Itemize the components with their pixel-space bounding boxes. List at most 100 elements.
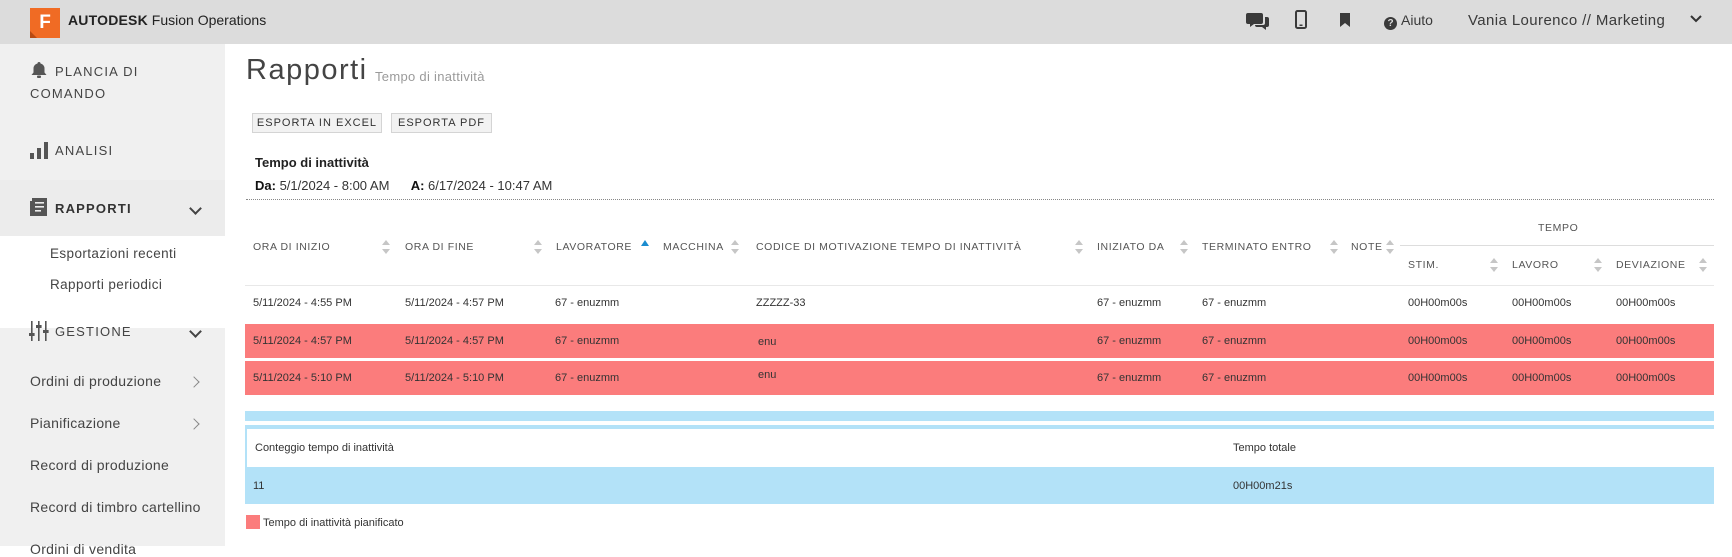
legend-swatch-planned: [246, 515, 260, 529]
col-header-ended-by[interactable]: TERMINATO ENTRO: [1202, 241, 1312, 253]
col-header-lavoro[interactable]: LAVORO: [1512, 259, 1559, 271]
sort-icon[interactable]: [1594, 258, 1602, 272]
cell-deviazione: 00H00m00s: [1616, 372, 1676, 384]
sidebar-link-time-clock-records[interactable]: Record di timbro cartellino: [30, 499, 201, 515]
summary-total-label: Tempo totale: [1233, 442, 1296, 454]
cell-lavoro: 00H00m00s: [1512, 297, 1572, 309]
to-value: 6/17/2024 - 10:47 AM: [428, 178, 553, 193]
col-header-start[interactable]: ORA DI INIZIO: [253, 241, 330, 253]
sidebar-item-dashboard[interactable]: PLANCIA DI: [55, 64, 139, 79]
col-header-reason[interactable]: CODICE DI MOTIVAZIONE TEMPO DI INATTIVIT…: [756, 241, 1022, 253]
to-label: A:: [410, 178, 425, 193]
sort-asc-icon[interactable]: [641, 240, 649, 246]
sort-icon[interactable]: [534, 240, 542, 254]
sort-icon[interactable]: [1330, 240, 1338, 254]
page-title: Rapporti: [246, 54, 368, 86]
cell-worker: 67 - enuzmm: [555, 372, 620, 384]
user-menu[interactable]: Vania Lourenco // Marketing: [1468, 12, 1665, 29]
cell-worker: 67 - enuzmm: [555, 297, 620, 309]
bell-icon: [31, 62, 47, 78]
cell-deviazione: 00H00m00s: [1616, 335, 1676, 347]
help-icon: ?: [1384, 17, 1397, 30]
report-icon: [30, 198, 47, 216]
cell-started-by: 67 - enuzmm: [1097, 297, 1162, 309]
sort-icon[interactable]: [1490, 258, 1498, 272]
top-bar: F AUTODESK Fusion Operations ? Aiuto Vani…: [0, 0, 1732, 44]
sidebar-link-planning[interactable]: Pianificazione: [30, 415, 121, 431]
cell-started-by: 67 - enuzmm: [1097, 372, 1162, 384]
sort-icon[interactable]: [1699, 258, 1707, 272]
cell-worker: 67 - enuzmm: [555, 335, 620, 347]
cell-start: 5/11/2024 - 4:57 PM: [253, 335, 352, 347]
legend-label: Tempo di inattività pianificato: [263, 517, 404, 529]
cell-stim: 00H00m00s: [1408, 335, 1468, 347]
sidebar-item-management[interactable]: GESTIONE: [55, 324, 132, 339]
sidebar-link-production-records[interactable]: Record di produzione: [30, 457, 169, 473]
table-row[interactable]: 5/11/2024 - 5:10 PM 5/11/2024 - 5:10 PM …: [245, 361, 1714, 395]
cell-stim: 00H00m00s: [1408, 372, 1468, 384]
cell-ended-by: 67 - enuzmm: [1202, 372, 1267, 384]
chevron-down-icon[interactable]: [1690, 13, 1702, 25]
sidebar-subitem-periodic-reports[interactable]: Rapporti periodici: [50, 277, 162, 292]
sidebar-subitem-recent-exports[interactable]: Esportazioni recenti: [50, 246, 177, 261]
export-excel-button[interactable]: ESPORTA IN EXCEL: [252, 113, 382, 133]
sidebar-link-production-orders[interactable]: Ordini di produzione: [30, 373, 161, 389]
col-header-deviazione[interactable]: DEVIAZIONE: [1616, 259, 1686, 271]
divider: [246, 199, 1714, 200]
cell-end: 5/11/2024 - 4:57 PM: [405, 335, 504, 347]
col-header-note[interactable]: NOTE: [1351, 241, 1383, 253]
cell-reason: ZZZZZ-33: [756, 297, 806, 309]
sort-icon[interactable]: [382, 240, 390, 254]
sort-icon[interactable]: [731, 240, 739, 254]
col-header-stim[interactable]: STIM.: [1408, 259, 1439, 271]
sort-icon[interactable]: [1075, 240, 1083, 254]
cell-start: 5/11/2024 - 5:10 PM: [253, 372, 352, 384]
report-date-range: Da: 5/1/2024 - 8:00 AM A: 6/17/2024 - 10…: [255, 178, 552, 193]
fusion-logo-icon[interactable]: F: [30, 8, 60, 38]
summary-count-label: Conteggio tempo di inattività: [255, 442, 394, 454]
cell-reason: enu: [758, 336, 777, 348]
from-label: Da:: [255, 178, 276, 193]
mobile-icon[interactable]: [1295, 10, 1307, 32]
summary-header-row: Conteggio tempo di inattività Tempo tota…: [245, 429, 1714, 467]
chevron-right-icon: [188, 376, 200, 388]
sort-icon[interactable]: [1180, 240, 1188, 254]
export-pdf-button[interactable]: ESPORTA PDF: [391, 113, 492, 133]
col-header-worker[interactable]: LAVORATORE: [556, 241, 632, 253]
cell-ended-by: 67 - enuzmm: [1202, 335, 1267, 347]
chat-icon[interactable]: [1246, 10, 1270, 32]
cell-reason: enu: [758, 369, 777, 381]
cell-deviazione: 00H00m00s: [1616, 297, 1676, 309]
sidebar-item-dashboard-line2[interactable]: COMANDO: [30, 86, 106, 101]
col-header-started-by[interactable]: INIZIATO DA: [1097, 241, 1164, 253]
cell-start: 5/11/2024 - 4:55 PM: [253, 297, 352, 309]
tempo-divider: [1400, 245, 1714, 246]
bookmark-icon[interactable]: [1339, 10, 1351, 32]
cell-started-by: 67 - enuzmm: [1097, 335, 1162, 347]
chevron-right-icon: [188, 418, 200, 430]
summary-value-row: 11 00H00m21s: [245, 467, 1714, 504]
help-label: Aiuto: [1401, 12, 1433, 28]
cell-lavoro: 00H00m00s: [1512, 335, 1572, 347]
cell-stim: 00H00m00s: [1408, 297, 1468, 309]
summary-divider-bar: [245, 411, 1714, 421]
col-group-tempo: TEMPO: [1538, 222, 1579, 234]
sidebar-item-analysis[interactable]: ANALISI: [55, 143, 113, 158]
page-subtitle: Tempo di inattività: [375, 69, 485, 84]
sidebar-item-reports[interactable]: RAPPORTI: [55, 201, 132, 216]
bar-chart-icon: [30, 142, 48, 159]
help-link[interactable]: ? Aiuto: [1384, 12, 1433, 30]
table-row[interactable]: 5/11/2024 - 4:57 PM 5/11/2024 - 4:57 PM …: [245, 324, 1714, 358]
cell-ended-by: 67 - enuzmm: [1202, 297, 1267, 309]
brand-name: AUTODESK Fusion Operations: [68, 12, 266, 28]
cell-lavoro: 00H00m00s: [1512, 372, 1572, 384]
cell-end: 5/11/2024 - 5:10 PM: [405, 372, 504, 384]
summary-count-value: 11: [253, 480, 265, 492]
col-header-machine[interactable]: MACCHINA: [663, 241, 724, 253]
col-header-end[interactable]: ORA DI FINE: [405, 241, 474, 253]
from-value: 5/1/2024 - 8:00 AM: [279, 178, 390, 193]
table-row[interactable]: 5/11/2024 - 4:55 PM 5/11/2024 - 4:57 PM …: [245, 286, 1714, 320]
sort-icon[interactable]: [1386, 240, 1394, 254]
sliders-icon: [29, 321, 49, 341]
sidebar-link-sales-orders[interactable]: Ordini di vendita: [30, 541, 136, 557]
